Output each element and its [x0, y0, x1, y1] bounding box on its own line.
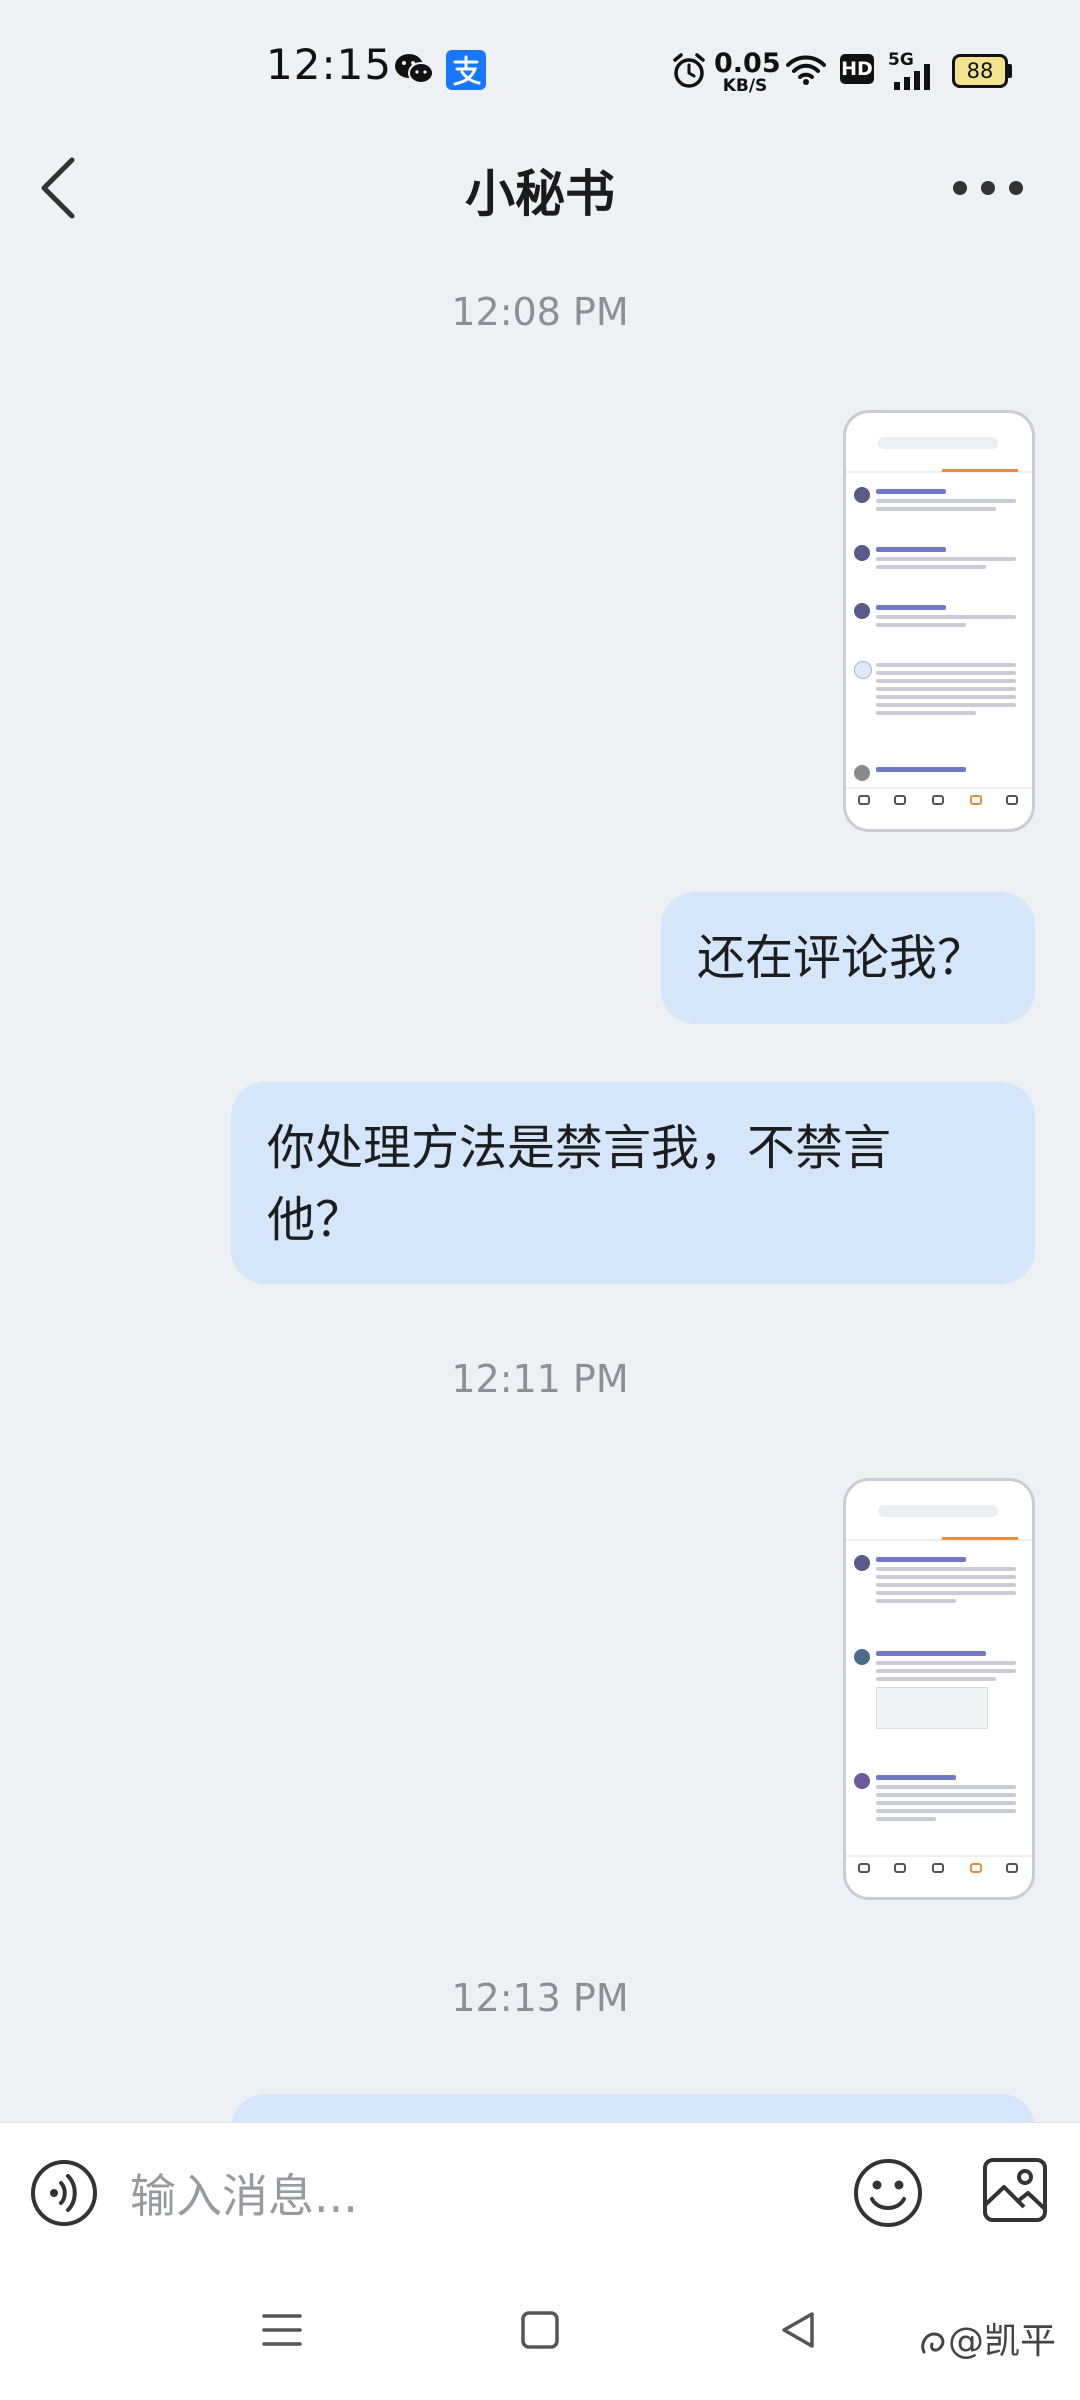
message-bubble[interactable]: 还在评论我？ [661, 892, 1035, 1024]
message-timestamp: 12:08 PM [451, 290, 629, 334]
message-input[interactable] [130, 2163, 830, 2229]
thumbnail-bottom-nav [846, 1855, 1032, 1879]
emoji-icon[interactable] [852, 2157, 924, 2229]
message-timestamp: 12:11 PM [451, 1357, 629, 1401]
battery-tip [1008, 64, 1012, 78]
net-speed-value: 0.05 [714, 48, 781, 79]
thumbnail-bottom-nav [846, 787, 1032, 811]
signal-icon: 5G [888, 50, 936, 90]
thumbnail-tabs [846, 457, 1032, 473]
message-bubble[interactable]: 你处理方法是禁言我，不禁言他？ [231, 1082, 1035, 1284]
system-nav-bar: @凯平 [0, 2270, 1080, 2400]
message-text: 你处理方法是禁言我，不禁言他？ [267, 1120, 892, 1248]
back-triangle-icon[interactable] [778, 2310, 818, 2350]
message-text: 还在评论我？ [697, 930, 986, 986]
watermark: @凯平 [918, 2312, 1056, 2364]
alarm-icon [673, 53, 705, 88]
watermark-text: @凯平 [948, 2321, 1057, 2362]
thumbnail-preview-image [876, 1687, 988, 1729]
battery-icon: 88 [952, 54, 1008, 88]
watermark-logo-icon [921, 2332, 945, 2354]
menu-icon[interactable] [262, 2310, 302, 2350]
net-speed-unit: KB/S [722, 76, 768, 96]
image-message-thumbnail[interactable] [843, 1478, 1035, 1900]
voice-input-icon[interactable] [30, 2159, 98, 2227]
thumbnail-active-tab [942, 469, 1018, 472]
status-bar: 12:15 0.05 KB/S HD 5G 88 [0, 0, 1080, 140]
more-dots-icon[interactable] [950, 170, 1026, 206]
thumbnail-search-bar [878, 437, 998, 449]
chat-screen: 12:15 0.05 KB/S HD 5G 88 小秘书 12:08 PM 还在… [0, 0, 1080, 2400]
home-icon[interactable] [520, 2310, 560, 2350]
status-time: 12:15 [266, 40, 393, 89]
hd-icon: HD [840, 54, 874, 84]
wechat-icon [395, 54, 434, 84]
hd-label: HD [841, 58, 873, 80]
thumbnail-active-tab [942, 1537, 1018, 1540]
message-input-bar [0, 2122, 1080, 2271]
image-picker-icon[interactable] [982, 2157, 1048, 2223]
net-speed: 0.05 KB/S [714, 48, 781, 96]
wifi-icon [786, 55, 826, 85]
alipay-icon [446, 50, 486, 90]
message-timestamp: 12:13 PM [451, 1976, 629, 2020]
battery-level: 88 [966, 59, 994, 83]
page-title: 小秘书 [465, 165, 615, 223]
image-message-thumbnail[interactable] [843, 410, 1035, 832]
thumbnail-tabs [846, 1525, 1032, 1541]
thumbnail-search-bar [878, 1505, 998, 1517]
